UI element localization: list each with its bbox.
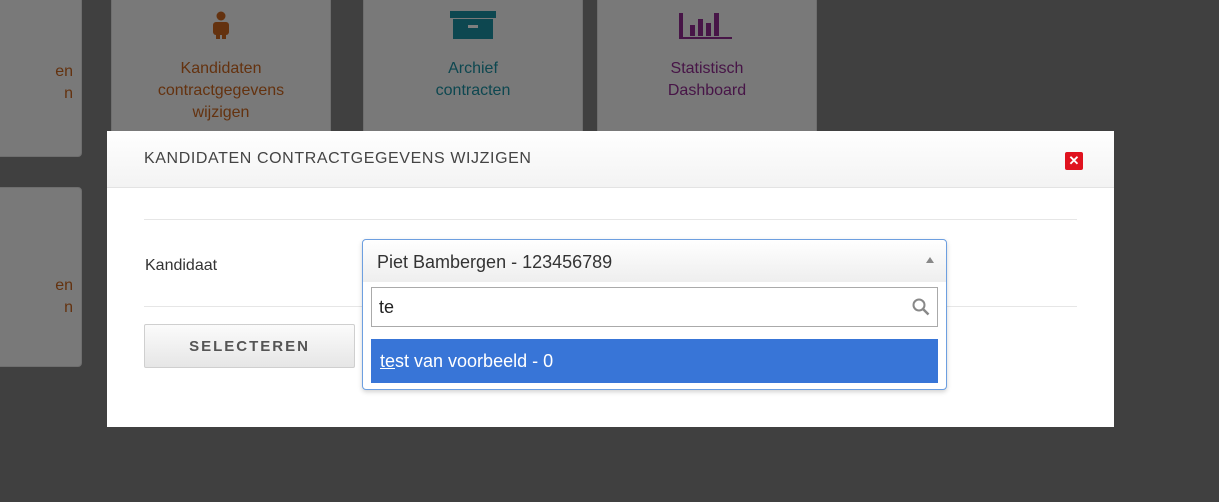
select-current-value[interactable]: Piet Bambergen - 123456789 — [363, 240, 946, 282]
selecteren-button[interactable]: SELECTEREN — [144, 324, 355, 368]
kandidaat-select[interactable]: Piet Bambergen - 123456789 test van voor… — [362, 239, 947, 390]
option-match: te — [380, 351, 396, 371]
dropdown-search[interactable] — [371, 287, 938, 327]
search-input[interactable] — [372, 288, 892, 326]
selected-value-text: Piet Bambergen - 123456789 — [377, 252, 613, 272]
modal-title: KANDIDATEN CONTRACTGEGEVENS WIJZIGEN — [144, 150, 532, 167]
chevron-up-icon[interactable] — [926, 257, 934, 263]
modal-header: KANDIDATEN CONTRACTGEGEVENS WIJZIGEN ✕ — [107, 131, 1114, 188]
divider — [144, 219, 1077, 220]
dropdown-option[interactable]: test van voorbeeld - 0 — [371, 339, 938, 383]
search-icon — [912, 298, 930, 316]
option-label: test van voorbeeld - 0 — [380, 351, 553, 372]
option-rest: st van voorbeeld - 0 — [395, 351, 554, 371]
close-icon[interactable]: ✕ — [1065, 152, 1083, 170]
kandidaat-label: Kandidaat — [145, 257, 218, 274]
